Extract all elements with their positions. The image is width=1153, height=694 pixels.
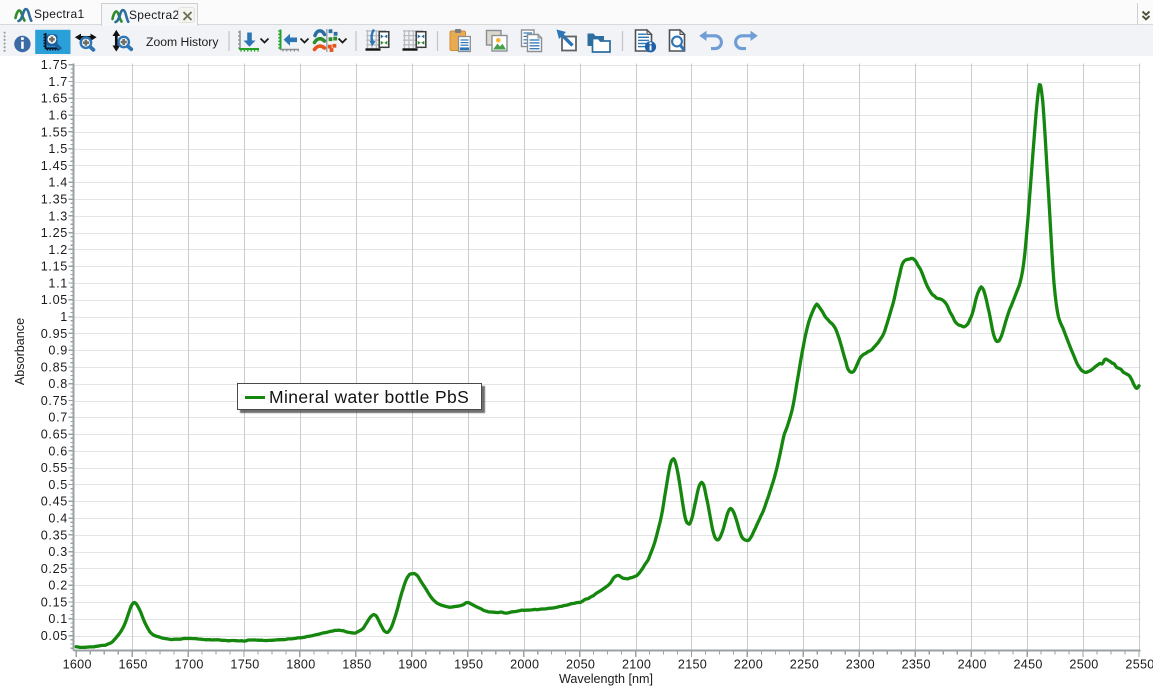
svg-text:0.5: 0.5 (48, 478, 68, 492)
svg-text:2000: 2000 (510, 657, 539, 671)
svg-text:Absorbance: Absorbance (13, 318, 27, 385)
svg-text:0.9: 0.9 (48, 344, 68, 358)
svg-text:1.75: 1.75 (41, 58, 68, 72)
svg-text:1.35: 1.35 (41, 193, 68, 207)
svg-text:1850: 1850 (342, 657, 371, 671)
svg-text:2200: 2200 (734, 657, 763, 671)
svg-text:1.7: 1.7 (48, 75, 68, 89)
svg-text:2100: 2100 (622, 657, 651, 671)
svg-text:1700: 1700 (174, 657, 203, 671)
svg-text:Wavelength [nm]: Wavelength [nm] (559, 672, 653, 686)
svg-text:0.7: 0.7 (48, 411, 68, 425)
svg-text:2300: 2300 (846, 657, 875, 671)
svg-text:1.55: 1.55 (41, 125, 68, 139)
svg-text:1900: 1900 (398, 657, 427, 671)
svg-text:0.2: 0.2 (48, 579, 68, 593)
svg-text:0.3: 0.3 (48, 545, 68, 559)
svg-text:2350: 2350 (902, 657, 931, 671)
svg-text:2450: 2450 (1013, 657, 1042, 671)
svg-text:1800: 1800 (286, 657, 315, 671)
svg-text:1.15: 1.15 (41, 260, 68, 274)
svg-text:0.05: 0.05 (41, 629, 68, 643)
svg-text:1650: 1650 (118, 657, 147, 671)
svg-text:0.95: 0.95 (41, 327, 68, 341)
svg-text:1: 1 (60, 310, 68, 324)
svg-text:1.3: 1.3 (48, 209, 68, 223)
svg-text:1.5: 1.5 (48, 142, 68, 156)
svg-text:0.8: 0.8 (48, 377, 68, 391)
svg-text:1600: 1600 (63, 657, 92, 671)
svg-text:2250: 2250 (790, 657, 819, 671)
svg-text:2550: 2550 (1125, 657, 1153, 671)
svg-text:0.35: 0.35 (41, 528, 68, 542)
svg-text:0.45: 0.45 (41, 495, 68, 509)
svg-text:0.15: 0.15 (41, 595, 68, 609)
svg-text:0.1: 0.1 (48, 612, 68, 626)
svg-text:2500: 2500 (1069, 657, 1098, 671)
svg-text:1.2: 1.2 (48, 243, 68, 257)
svg-text:1.25: 1.25 (41, 226, 68, 240)
svg-text:0.55: 0.55 (41, 461, 68, 475)
svg-text:1950: 1950 (454, 657, 483, 671)
svg-text:1.4: 1.4 (48, 176, 68, 190)
svg-text:1.05: 1.05 (41, 293, 68, 307)
svg-text:Zoom History: Zoom History (146, 35, 219, 49)
svg-text:1.65: 1.65 (41, 92, 68, 106)
svg-text:1.1: 1.1 (48, 276, 68, 290)
svg-text:0.4: 0.4 (48, 512, 68, 526)
svg-text:2050: 2050 (566, 657, 595, 671)
svg-text:1.6: 1.6 (48, 109, 68, 123)
svg-text:0.85: 0.85 (41, 360, 68, 374)
svg-text:0.75: 0.75 (41, 394, 68, 408)
svg-text:0.65: 0.65 (41, 428, 68, 442)
svg-text:0.6: 0.6 (48, 444, 68, 458)
svg-text:0.25: 0.25 (41, 562, 68, 576)
svg-text:2150: 2150 (678, 657, 707, 671)
svg-text:1.45: 1.45 (41, 159, 68, 173)
svg-text:1750: 1750 (230, 657, 259, 671)
svg-text:2400: 2400 (958, 657, 987, 671)
